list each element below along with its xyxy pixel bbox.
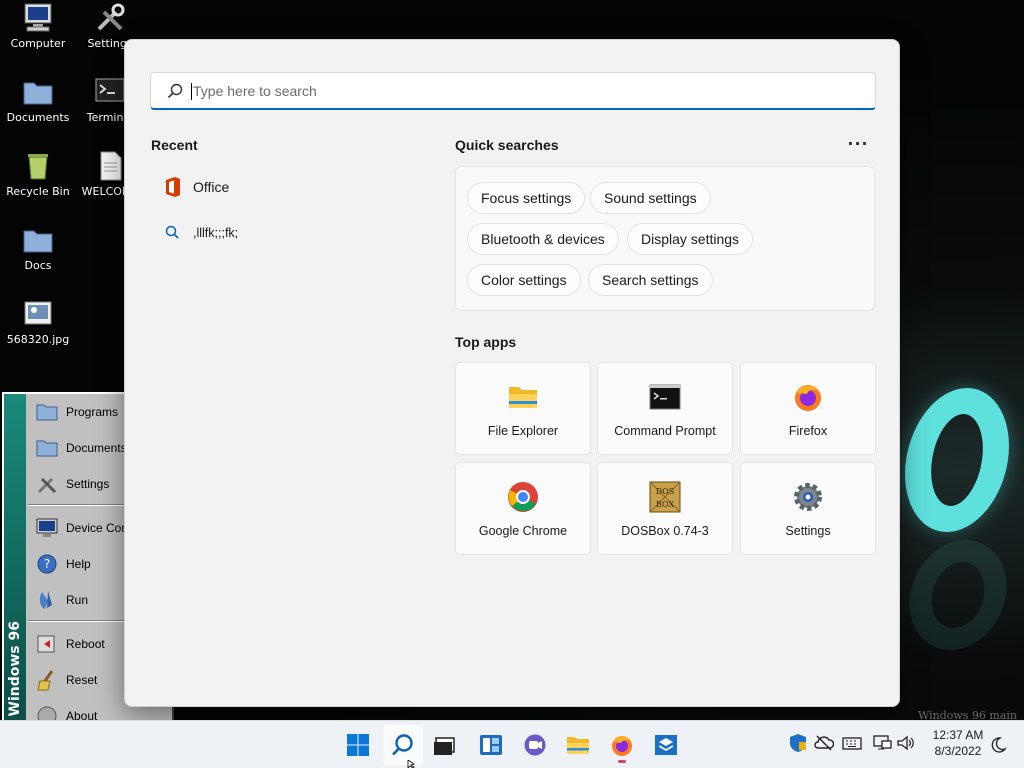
quick-search-chip[interactable]: Color settings [467, 264, 581, 296]
network-icon[interactable] [872, 733, 892, 753]
task-view-button[interactable] [424, 725, 464, 765]
top-apps-title: Top apps [455, 334, 517, 350]
office-icon [161, 176, 183, 198]
desktop-icon-computer[interactable]: Computer [0, 3, 76, 50]
desktop-icon-docs[interactable]: Docs [0, 225, 76, 272]
taskbar-firefox-button[interactable] [602, 725, 642, 765]
search-icon [167, 83, 183, 99]
quick-searches-panel: Focus settings Sound settings Bluetooth … [455, 166, 875, 311]
desktop-icon-image[interactable]: 568320.jpg [0, 299, 76, 346]
store-button[interactable] [646, 725, 686, 765]
command-prompt-icon [649, 384, 681, 410]
recent-item-office[interactable]: Office [151, 169, 401, 205]
app-tile-settings[interactable]: Settings [740, 462, 876, 555]
tools-icon [36, 473, 58, 495]
app-tile-command-prompt[interactable]: Command Prompt [597, 362, 733, 455]
svg-text:BOX: BOX [656, 500, 674, 509]
recycle-bin-icon [22, 151, 54, 181]
wallpaper-logo [895, 388, 1019, 532]
search-placeholder: Type here to search [193, 83, 317, 99]
search-flyout: Type here to search Recent Office ,lllfk… [124, 39, 900, 707]
terminal-icon [94, 77, 126, 107]
app-tile-file-explorer[interactable]: File Explorer [455, 362, 591, 455]
text-caret [191, 83, 192, 100]
quick-search-chip[interactable]: Focus settings [467, 182, 586, 214]
dosbox-icon: DOS BOX [649, 481, 681, 513]
wallpaper-logo-reflection [902, 540, 1014, 650]
clock-date: 8/3/2022 [934, 744, 982, 758]
chrome-icon [508, 482, 538, 512]
mouse-cursor [407, 760, 415, 768]
quick-search-chip[interactable]: Display settings [627, 223, 754, 255]
folder-icon [36, 401, 58, 423]
search-icon [392, 734, 413, 756]
recent-item-search-query[interactable]: ,lllfk;;;fk; [151, 215, 401, 251]
recent-title: Recent [151, 137, 198, 153]
firefox-icon [795, 385, 821, 411]
store-icon [655, 735, 677, 755]
monitor-icon [36, 517, 58, 539]
file-explorer-icon [509, 387, 537, 408]
clock-time: 12:37 AM [932, 728, 984, 742]
desktop-icon-recycle-bin[interactable]: Recycle Bin [0, 151, 76, 198]
folder-icon [22, 77, 54, 107]
widgets-button[interactable] [471, 725, 511, 765]
quick-search-chip[interactable]: Bluetooth & devices [467, 223, 619, 255]
start-button[interactable] [338, 725, 378, 765]
file-explorer-icon [567, 737, 589, 754]
search-icon [161, 222, 183, 244]
folder-icon [36, 437, 58, 459]
chat-icon [524, 734, 546, 756]
notifications-icon[interactable] [988, 735, 1008, 755]
start-menu-band: Windows 96 [4, 394, 26, 720]
speaker-icon[interactable] [896, 733, 916, 753]
settings-gear-icon [794, 483, 822, 511]
help-icon: ? [36, 553, 58, 575]
cloud-offline-icon[interactable] [814, 733, 834, 753]
computer-icon [22, 3, 54, 33]
security-shield-icon[interactable] [788, 733, 808, 753]
windows-start-icon [347, 734, 369, 756]
image-file-icon [22, 299, 54, 329]
svg-text:?: ? [44, 557, 50, 571]
run-icon [36, 589, 58, 611]
broom-icon [36, 669, 58, 691]
app-tile-google-chrome[interactable]: Google Chrome [455, 462, 591, 555]
tools-icon [94, 3, 126, 33]
svg-text:DOS: DOS [656, 487, 674, 496]
taskbar-search-button[interactable] [383, 725, 423, 765]
quick-search-chip[interactable]: Sound settings [590, 182, 711, 214]
firefox-icon [612, 736, 632, 756]
more-options-button[interactable]: ··· [845, 134, 871, 154]
running-indicator [618, 760, 626, 763]
taskbar-file-explorer-button[interactable] [558, 725, 598, 765]
reboot-icon [36, 633, 58, 655]
folder-icon [22, 225, 54, 255]
document-icon [94, 151, 126, 181]
quick-searches-title: Quick searches [455, 137, 559, 153]
chat-button[interactable] [515, 725, 555, 765]
app-tile-dosbox[interactable]: DOS BOX DOSBox 0.74-3 [597, 462, 733, 555]
quick-search-chip[interactable]: Search settings [588, 264, 713, 296]
taskbar [0, 720, 1024, 768]
app-tile-firefox[interactable]: Firefox [740, 362, 876, 455]
task-view-icon [434, 737, 455, 755]
keyboard-icon[interactable] [842, 733, 862, 753]
widgets-icon [480, 735, 502, 755]
taskbar-clock[interactable]: 12:37 AM 8/3/2022 [928, 727, 988, 759]
search-input[interactable]: Type here to search [150, 72, 876, 110]
desktop-icon-documents[interactable]: Documents [0, 77, 76, 124]
